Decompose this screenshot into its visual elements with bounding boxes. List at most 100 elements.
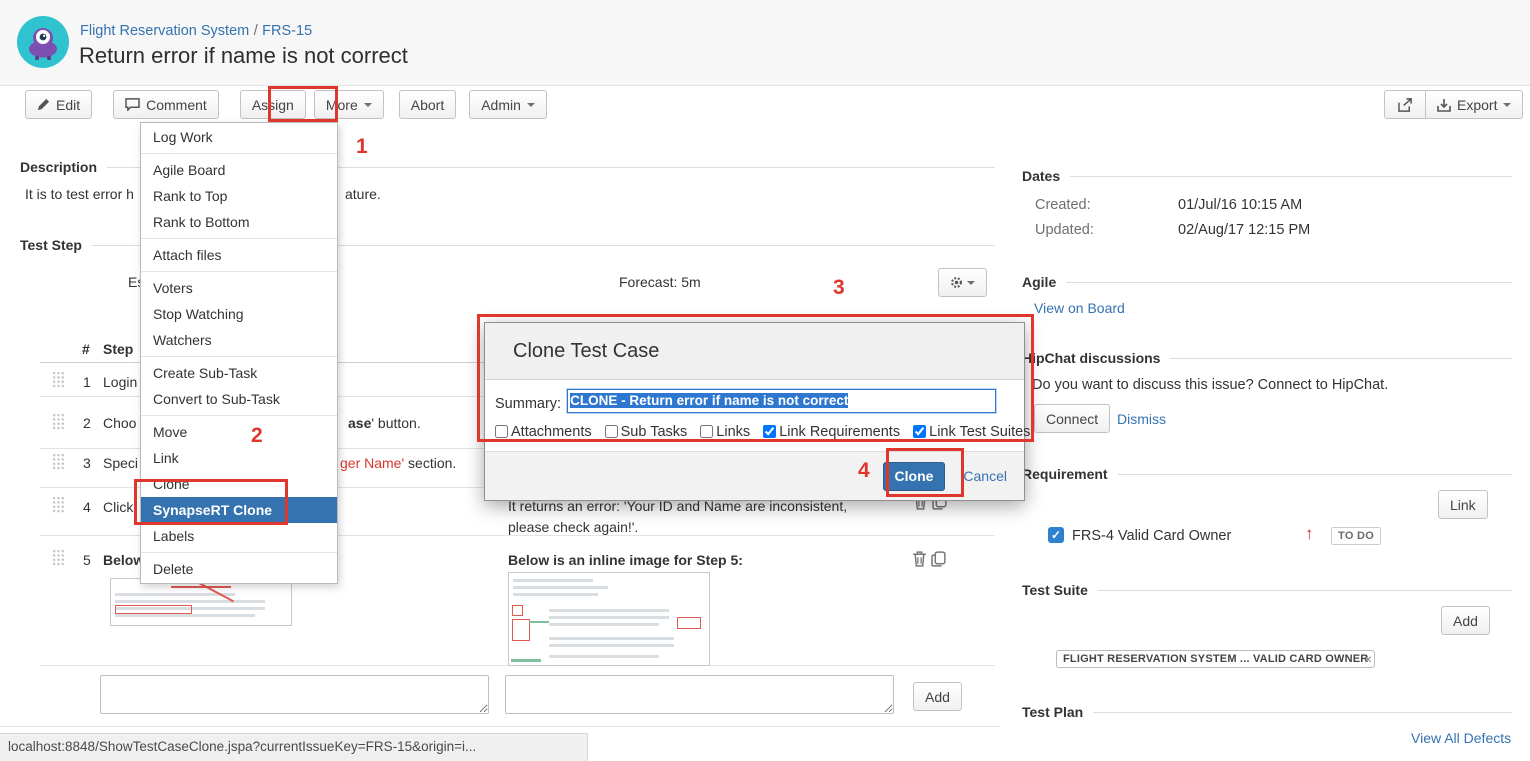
breadcrumb-project-link[interactable]: Flight Reservation System <box>80 23 249 39</box>
menu-item-rank-to-bottom[interactable]: Rank to Bottom <box>141 209 337 235</box>
links-checkbox[interactable]: Links <box>700 424 750 440</box>
step-text: Choo <box>103 415 136 431</box>
admin-button[interactable]: Admin <box>469 90 547 119</box>
annotation-number-4: 4 <box>858 459 870 483</box>
chevron-down-icon <box>364 103 372 107</box>
assign-button[interactable]: Assign <box>240 90 306 119</box>
view-on-board-link[interactable]: View on Board <box>1034 300 1125 316</box>
checkbox-input[interactable] <box>913 425 926 438</box>
menu-item-agile-board[interactable]: Agile Board <box>141 157 337 183</box>
chevron-down-icon <box>967 281 975 285</box>
menu-item-link[interactable]: Link <box>141 445 337 471</box>
step-text: Click <box>103 499 133 515</box>
clone-test-case-dialog: Clone Test Case Summary:CLONE - Return e… <box>484 322 1025 501</box>
menu-item-move[interactable]: Move <box>141 419 337 445</box>
menu-item-labels[interactable]: Labels <box>141 523 337 549</box>
test-suite-heading-label: Test Suite <box>1022 582 1088 598</box>
menu-separator <box>141 356 337 357</box>
menu-item-log-work[interactable]: Log Work <box>141 124 337 150</box>
delete-step-button[interactable] <box>912 551 929 568</box>
admin-button-label: Admin <box>481 97 521 113</box>
copy-step-button[interactable] <box>931 551 948 568</box>
comment-button[interactable]: Comment <box>113 90 219 119</box>
requirement-checkbox[interactable]: ✓ <box>1048 527 1064 543</box>
menu-item-synapsert-clone[interactable]: SynapseRT Clone <box>141 497 337 523</box>
test-suite-add-button[interactable]: Add <box>1441 606 1490 635</box>
assign-button-label: Assign <box>252 97 294 113</box>
menu-separator <box>141 415 337 416</box>
menu-item-rank-to-top[interactable]: Rank to Top <box>141 183 337 209</box>
drag-handle[interactable] <box>52 549 65 567</box>
drag-handle[interactable] <box>52 413 65 431</box>
step-settings-button[interactable] <box>938 268 987 297</box>
copy-icon <box>931 551 947 567</box>
share-icon <box>1398 98 1413 112</box>
menu-item-attach-files[interactable]: Attach files <box>141 242 337 268</box>
checkbox-label: Sub Tasks <box>621 424 688 440</box>
annotation-number-2: 2 <box>251 424 263 448</box>
clone-options: Attachments Sub Tasks Links Link Require… <box>495 424 1014 440</box>
new-expected-result-input[interactable] <box>505 675 894 714</box>
requirement-item[interactable]: FRS-4 Valid Card Owner <box>1072 528 1231 544</box>
requirement-link-button[interactable]: Link <box>1438 490 1488 519</box>
share-button[interactable] <box>1384 90 1426 119</box>
cancel-link[interactable]: Cancel <box>963 468 1007 484</box>
step-inline-image <box>110 578 292 626</box>
browser-status-bar: localhost:8848/ShowTestCaseClone.jspa?cu… <box>0 733 588 761</box>
step-number: 1 <box>83 374 91 390</box>
agile-heading: Agile <box>1022 274 1512 290</box>
edit-button[interactable]: Edit <box>25 90 92 119</box>
annotation-number-3: 3 <box>833 276 845 300</box>
breadcrumb: Flight Reservation System / FRS-15 <box>80 22 312 40</box>
drag-handle[interactable] <box>52 453 65 471</box>
clone-confirm-button[interactable]: Clone <box>883 462 946 491</box>
column-header-num: # <box>82 341 90 357</box>
drag-handle[interactable] <box>52 496 65 514</box>
step-text: Login <box>103 374 137 390</box>
checkbox-input[interactable] <box>700 425 713 438</box>
more-dropdown-menu: Log Work Agile Board Rank to Top Rank to… <box>140 122 338 584</box>
menu-item-watchers[interactable]: Watchers <box>141 327 337 353</box>
more-button[interactable]: More <box>314 90 384 119</box>
summary-input[interactable]: CLONE - Return error if name is not corr… <box>567 389 996 413</box>
dialog-body: Summary: CLONE - Return error if name is … <box>485 380 1024 451</box>
menu-item-stop-watching[interactable]: Stop Watching <box>141 301 337 327</box>
drag-handle[interactable] <box>52 371 65 389</box>
link-requirements-checkbox[interactable]: Link Requirements <box>763 424 900 440</box>
hipchat-connect-button[interactable]: Connect <box>1034 404 1110 433</box>
menu-separator <box>141 153 337 154</box>
new-step-input[interactable] <box>100 675 489 714</box>
abort-button[interactable]: Abort <box>399 90 456 119</box>
hipchat-dismiss-link[interactable]: Dismiss <box>1117 411 1166 427</box>
more-button-label: More <box>326 97 358 113</box>
menu-item-create-sub-task[interactable]: Create Sub-Task <box>141 360 337 386</box>
summary-label: Summary: <box>495 396 561 412</box>
menu-item-clone[interactable]: Clone <box>141 471 337 497</box>
menu-separator <box>141 238 337 239</box>
dialog-footer: Clone Cancel <box>485 451 1024 500</box>
step-text-bold: ase <box>348 415 371 431</box>
menu-item-convert-to-sub-task[interactable]: Convert to Sub-Task <box>141 386 337 412</box>
view-all-defects-link[interactable]: View All Defects <box>1411 730 1511 746</box>
hipchat-prompt: Do you want to discuss this issue? Conne… <box>1032 377 1388 393</box>
alien-avatar-icon <box>17 16 69 68</box>
sub-tasks-checkbox[interactable]: Sub Tasks <box>605 424 688 440</box>
step-number: 3 <box>83 455 91 471</box>
attachments-checkbox[interactable]: Attachments <box>495 424 592 440</box>
link-test-suites-checkbox[interactable]: Link Test Suites <box>913 424 1030 440</box>
menu-item-voters[interactable]: Voters <box>141 275 337 301</box>
checkbox-input[interactable] <box>495 425 508 438</box>
checkbox-input[interactable] <box>763 425 776 438</box>
download-icon <box>1437 98 1451 112</box>
page-header: Flight Reservation System / FRS-15 Retur… <box>0 0 1530 86</box>
breadcrumb-issue-link[interactable]: FRS-15 <box>262 23 312 39</box>
test-plan-heading: Test Plan <box>1022 704 1512 720</box>
menu-item-delete[interactable]: Delete <box>141 556 337 582</box>
agile-heading-label: Agile <box>1022 274 1056 290</box>
expected-result-text: Below is an inline image for Step 5: <box>508 552 743 568</box>
remove-tag-icon[interactable]: × <box>1364 651 1372 667</box>
checkbox-input[interactable] <box>605 425 618 438</box>
export-button[interactable]: Export <box>1426 90 1523 119</box>
add-step-button[interactable]: Add <box>913 682 962 711</box>
checkbox-label: Links <box>716 424 750 440</box>
